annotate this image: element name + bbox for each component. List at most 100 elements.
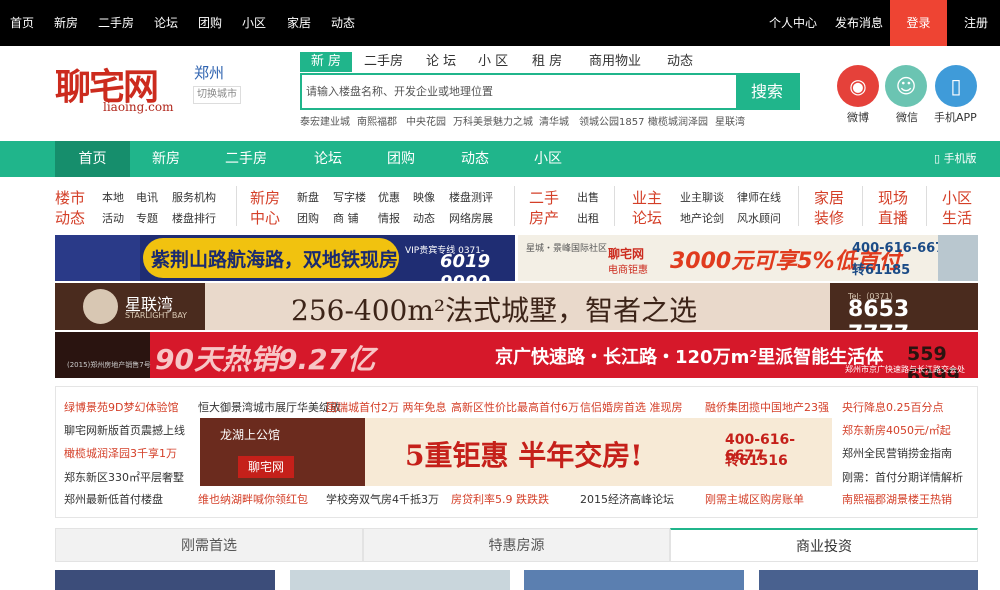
property-thumbnail[interactable] — [524, 570, 744, 590]
search-tab-commercial[interactable]: 商用物业 — [589, 52, 641, 72]
hot-keyword[interactable]: 南熙福郡 — [357, 113, 397, 128]
nav-item-home[interactable]: 首页 — [55, 141, 130, 177]
category-community-life[interactable]: 生活 — [942, 207, 972, 228]
mobile-version-link[interactable]: ▯ 手机版 — [934, 141, 977, 177]
news-link[interactable]: 郑东新房4050元/㎡起 — [842, 422, 951, 438]
news-link[interactable]: 恒大御景湾城市展厅华美绽放 — [198, 399, 341, 415]
hot-keyword[interactable]: 领城公园1857 — [579, 113, 644, 128]
search-tab-news[interactable]: 动态 — [667, 52, 693, 72]
category-link[interactable]: 优惠 — [378, 189, 400, 205]
top-link-community[interactable]: 小区 — [242, 0, 266, 46]
category-link[interactable]: 律师在线 — [737, 189, 781, 205]
ad-banner-jingfeng[interactable]: 星城・景峰国际社区 聊宅网 电商钜惠 3000元可享5%低首付 400-616-… — [518, 235, 978, 281]
site-logo[interactable]: 聊宅网 liaoing.com — [55, 58, 185, 120]
weibo-button[interactable]: ◉ — [837, 65, 879, 107]
top-link-home[interactable]: 首页 — [10, 0, 34, 46]
news-link[interactable]: 维也纳湖畔喊你领红包 — [198, 491, 308, 507]
search-button[interactable]: 搜索 — [736, 75, 798, 108]
category-decoration[interactable]: 装修 — [814, 207, 844, 228]
news-link[interactable]: 橄榄城润泽园3千享1万 — [64, 445, 177, 461]
hot-keyword[interactable]: 橄榄城润泽园 — [648, 113, 708, 128]
category-link[interactable]: 本地 — [102, 189, 124, 205]
category-link[interactable]: 电讯 — [136, 189, 158, 205]
category-newhouse[interactable]: 新房 — [250, 187, 280, 208]
tab-commercial-investment[interactable]: 商业投资 — [670, 528, 978, 562]
category-link[interactable]: 活动 — [102, 210, 124, 226]
personal-center-link[interactable]: 个人中心 — [769, 0, 817, 46]
category-link[interactable]: 团购 — [297, 210, 319, 226]
category-decoration[interactable]: 家居 — [814, 187, 844, 208]
news-link[interactable]: 2015经济高峰论坛 — [580, 491, 674, 507]
category-live[interactable]: 直播 — [878, 207, 908, 228]
nav-item-newhouse[interactable]: 新房 — [130, 141, 202, 177]
top-link-newhouse[interactable]: 新房 — [54, 0, 78, 46]
tab-essential-picks[interactable]: 刚需首选 — [55, 528, 363, 562]
news-link[interactable]: 学校旁双气房4千抵3万 — [326, 491, 439, 507]
search-tab-newhouse[interactable]: 新 房 — [300, 52, 352, 72]
property-thumbnail[interactable] — [290, 570, 510, 590]
news-link[interactable]: 郑州最新低首付楼盘 — [64, 491, 163, 507]
switch-city-button[interactable]: 切换城市 — [193, 86, 241, 104]
news-link[interactable]: 房贷利率5.9 跌跌跌 — [451, 491, 549, 507]
ad-banner-longhu[interactable]: 龙湖上公馆 聊宅网 5重钜惠 半年交房! 400-616-6677 转61516 — [200, 418, 832, 486]
category-link[interactable]: 网络房展 — [449, 210, 493, 226]
news-link[interactable]: 绿博景苑9D梦幻体验馆 — [64, 399, 178, 415]
category-link[interactable]: 专题 — [136, 210, 158, 226]
top-link-home-furnishing[interactable]: 家居 — [287, 0, 311, 46]
news-link[interactable]: 融侨集团揽中国地产23强 — [705, 399, 829, 415]
top-link-forum[interactable]: 论坛 — [154, 0, 178, 46]
top-link-groupbuy[interactable]: 团购 — [198, 0, 222, 46]
hot-keyword[interactable]: 万科美景魅力之城 — [453, 113, 533, 128]
hot-keyword[interactable]: 中央花园 — [406, 113, 446, 128]
nav-item-secondhand[interactable]: 二手房 — [210, 141, 282, 177]
category-market[interactable]: 动态 — [55, 207, 85, 228]
news-link[interactable]: 刚需：首付分期详情解析 — [842, 469, 963, 485]
category-link[interactable]: 映像 — [413, 189, 435, 205]
category-link[interactable]: 商 铺 — [333, 210, 359, 226]
top-link-news[interactable]: 动态 — [331, 0, 355, 46]
news-link[interactable]: 南熙福郡湖景楼王热销 — [842, 491, 952, 507]
category-link[interactable]: 服务机构 — [172, 189, 216, 205]
property-thumbnail[interactable] — [55, 570, 275, 590]
post-info-link[interactable]: 发布消息 — [835, 0, 883, 46]
search-tab-community[interactable]: 小 区 — [478, 52, 508, 72]
search-tab-rent[interactable]: 租 房 — [532, 52, 562, 72]
news-link[interactable]: 信侣婚房首选 准现房 — [580, 399, 683, 415]
nav-item-groupbuy[interactable]: 团购 — [365, 141, 437, 177]
news-link[interactable]: 聊宅网新版首页震撼上线 — [64, 422, 185, 438]
ad-banner-jintang[interactable]: 紫荆山路航海路，双地铁现房 VIP贵宾专线 0371- 6019 9990 — [55, 235, 515, 281]
nav-item-forum[interactable]: 论坛 — [292, 141, 364, 177]
nav-item-news[interactable]: 动态 — [439, 141, 511, 177]
category-link[interactable]: 业主聊谈 — [680, 189, 724, 205]
ad-banner-starlight-bay[interactable]: 星联湾 STARLIGHT BAY 256-400m²法式城墅，智者之选 Tel… — [55, 283, 978, 330]
news-link[interactable]: 国瑞城首付2万 两年免息 — [326, 399, 447, 415]
property-thumbnail[interactable] — [759, 570, 978, 590]
category-secondhand[interactable]: 房产 — [529, 207, 559, 228]
category-secondhand[interactable]: 二手 — [529, 187, 559, 208]
category-link[interactable]: 情报 — [378, 210, 400, 226]
news-link[interactable]: 高新区性价比最高首付6万 — [451, 399, 579, 415]
news-link[interactable]: 郑州全民营销捞金指南 — [842, 445, 952, 461]
category-link[interactable]: 写字楼 — [333, 189, 366, 205]
register-link[interactable]: 注册 — [964, 0, 988, 46]
news-link[interactable]: 央行降息0.25百分点 — [842, 399, 944, 415]
search-tab-forum[interactable]: 论 坛 — [426, 52, 456, 72]
weixin-button[interactable]: ☺ — [885, 65, 927, 107]
login-button[interactable]: 登录 — [890, 0, 947, 46]
category-link[interactable]: 楼盘排行 — [172, 210, 216, 226]
category-link[interactable]: 动态 — [413, 210, 435, 226]
ad-banner-changjiang[interactable]: (2015)郑州房地产销售7号 90天热销9.27亿 京广快速路・长江路・120… — [55, 332, 978, 378]
category-newhouse[interactable]: 中心 — [250, 207, 280, 228]
category-link[interactable]: 出租 — [577, 210, 599, 226]
top-link-secondhand[interactable]: 二手房 — [98, 0, 134, 46]
nav-item-community[interactable]: 小区 — [512, 141, 584, 177]
category-link[interactable]: 地产论剑 — [680, 210, 724, 226]
category-link[interactable]: 楼盘测评 — [449, 189, 493, 205]
hot-keyword[interactable]: 星联湾 — [715, 113, 745, 128]
category-owner-forum[interactable]: 论坛 — [632, 207, 662, 228]
category-link[interactable]: 出售 — [577, 189, 599, 205]
mobile-app-button[interactable]: ▯ — [935, 65, 977, 107]
news-link[interactable]: 郑东新区330㎡平层奢墅 — [64, 469, 184, 485]
search-tab-secondhand[interactable]: 二手房 — [364, 52, 403, 72]
category-link[interactable]: 新盘 — [297, 189, 319, 205]
